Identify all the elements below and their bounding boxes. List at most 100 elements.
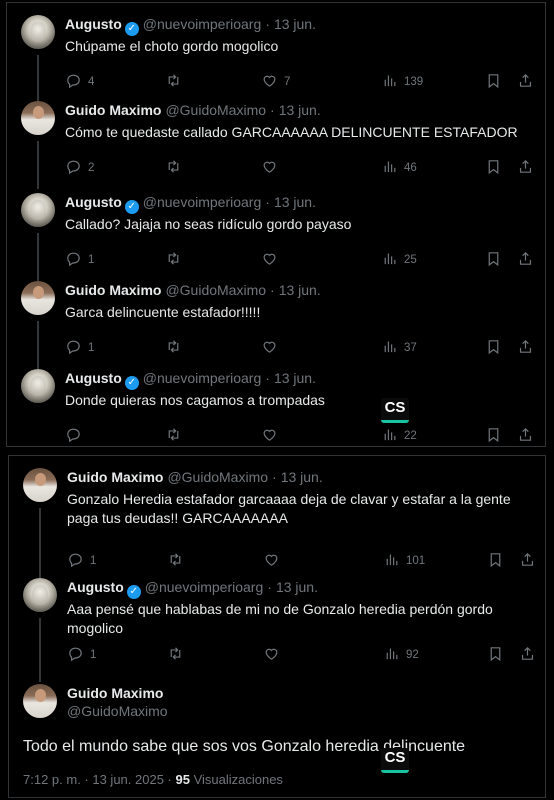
like-button[interactable]: 7 xyxy=(261,73,290,91)
author-handle[interactable]: @nuevoimperioarg xyxy=(143,194,262,210)
author-handle[interactable]: @nuevoimperioarg xyxy=(145,579,264,595)
reply-button[interactable]: 2 xyxy=(65,159,94,177)
retweet-button[interactable] xyxy=(165,427,188,445)
author-name[interactable]: Guido Maximo xyxy=(65,102,161,118)
retweet-button[interactable] xyxy=(167,552,190,570)
bookmark-icon xyxy=(485,158,502,178)
bookmark-icon xyxy=(487,551,504,571)
cs-watermark: CS xyxy=(381,748,409,773)
like-button[interactable] xyxy=(261,427,284,445)
like-button[interactable] xyxy=(261,339,284,357)
reply-button[interactable] xyxy=(65,427,88,445)
likes-count: 7 xyxy=(284,76,291,88)
like-button[interactable] xyxy=(261,159,284,177)
reply-icon xyxy=(65,158,82,178)
tweet-timestamp[interactable]: 7:12 p. m. · 13 jun. 2025 · xyxy=(23,772,175,787)
bookmark-button[interactable] xyxy=(485,427,502,445)
views-button[interactable]: 101 xyxy=(383,552,425,570)
author-handle[interactable]: @nuevoimperioarg xyxy=(143,16,262,32)
like-icon xyxy=(261,338,278,358)
share-button[interactable] xyxy=(517,159,534,177)
tweet-date[interactable]: 13 jun. xyxy=(274,194,316,210)
avatar[interactable] xyxy=(23,578,57,612)
tweet-actions: 1 37 xyxy=(65,339,535,357)
bookmark-button[interactable] xyxy=(485,159,502,177)
author-name[interactable]: Augusto xyxy=(65,370,122,386)
views-icon xyxy=(383,645,400,665)
like-button[interactable] xyxy=(261,251,284,269)
tweet-text: Donde quieras nos cagamos a trompadas xyxy=(65,392,325,408)
like-button[interactable] xyxy=(263,646,286,664)
reply-button[interactable]: 4 xyxy=(65,73,94,91)
retweet-button[interactable] xyxy=(167,646,190,664)
tweet-actions: 2 46 xyxy=(65,159,535,177)
author-name[interactable]: Guido Maximo xyxy=(65,282,161,298)
author-handle[interactable]: @GuidoMaximo xyxy=(165,282,266,298)
views-icon xyxy=(383,551,400,571)
like-button[interactable] xyxy=(263,552,286,570)
views-count: 22 xyxy=(404,430,417,442)
bookmark-button[interactable] xyxy=(485,73,502,91)
avatar[interactable] xyxy=(23,468,57,502)
share-button[interactable] xyxy=(517,339,534,357)
tweet-date[interactable]: 13 jun. xyxy=(279,282,321,298)
author-handle[interactable]: @GuidoMaximo xyxy=(167,469,268,485)
tweet-date[interactable]: 13 jun. xyxy=(281,469,323,485)
author-name[interactable]: Guido Maximo xyxy=(67,469,163,485)
share-button[interactable] xyxy=(517,73,534,91)
avatar[interactable] xyxy=(21,101,55,135)
share-button[interactable] xyxy=(519,646,536,664)
retweet-button[interactable] xyxy=(165,339,188,357)
retweet-button[interactable] xyxy=(165,159,188,177)
tweet: Guido Maximo @GuidoMaximo · 13 jun. Gonzalo … xyxy=(9,468,545,584)
retweet-button[interactable] xyxy=(165,73,188,91)
share-button[interactable] xyxy=(517,427,534,445)
like-icon xyxy=(261,72,278,92)
views-button[interactable]: 46 xyxy=(381,159,417,177)
views-button[interactable]: 92 xyxy=(383,646,419,664)
replies-count: 1 xyxy=(90,649,97,661)
tweet-date[interactable]: 13 jun. xyxy=(279,102,321,118)
tweet-header: Augusto ✓ @nuevoimperioarg · 13 jun. xyxy=(65,193,316,214)
author-handle[interactable]: @GuidoMaximo xyxy=(67,702,168,720)
author-name[interactable]: Augusto xyxy=(65,16,122,32)
retweet-button[interactable] xyxy=(165,251,188,269)
share-button[interactable] xyxy=(519,552,536,570)
views-label: Visualizaciones xyxy=(189,772,283,787)
author-name[interactable]: Augusto xyxy=(65,194,122,210)
reply-button[interactable]: 1 xyxy=(65,339,94,357)
views-button[interactable]: 139 xyxy=(381,73,423,91)
tweet: Augusto ✓ @nuevoimperioarg · 13 jun. Donde qu… xyxy=(7,369,545,447)
avatar[interactable] xyxy=(23,684,57,718)
reply-button[interactable]: 1 xyxy=(67,646,96,664)
tweet-date[interactable]: 13 jun. xyxy=(274,16,316,32)
tweet-text: Callado? Jajaja no seas ridículo gordo p… xyxy=(65,216,352,232)
like-icon xyxy=(263,645,280,665)
avatar[interactable] xyxy=(21,15,55,49)
cs-watermark: CS xyxy=(381,398,409,423)
tweet-date[interactable]: 13 jun. xyxy=(274,370,316,386)
bookmark-button[interactable] xyxy=(487,646,504,664)
views-button[interactable]: 22 xyxy=(381,427,417,445)
views-button[interactable]: 37 xyxy=(381,339,417,357)
avatar[interactable] xyxy=(21,369,55,403)
tweet-actions: 1 25 xyxy=(65,251,535,269)
tweet-date[interactable]: 13 jun. xyxy=(276,579,318,595)
author-handle[interactable]: @GuidoMaximo xyxy=(165,102,266,118)
bookmark-button[interactable] xyxy=(487,552,504,570)
thread-line xyxy=(37,233,39,281)
views-button[interactable]: 25 xyxy=(381,251,417,269)
author-name[interactable]: Guido Maximo xyxy=(67,684,163,702)
tweet-actions: 4 7 139 xyxy=(65,73,535,91)
author-name[interactable]: Augusto xyxy=(67,579,124,595)
avatar[interactable] xyxy=(21,281,55,315)
bookmark-button[interactable] xyxy=(485,251,502,269)
tweet-header: Augusto ✓ @nuevoimperioarg · 13 jun. xyxy=(65,369,316,390)
reply-button[interactable]: 1 xyxy=(65,251,94,269)
bookmark-button[interactable] xyxy=(485,339,502,357)
share-button[interactable] xyxy=(517,251,534,269)
share-icon xyxy=(517,426,534,446)
author-handle[interactable]: @nuevoimperioarg xyxy=(143,370,262,386)
avatar[interactable] xyxy=(21,193,55,227)
reply-button[interactable]: 1 xyxy=(67,552,96,570)
